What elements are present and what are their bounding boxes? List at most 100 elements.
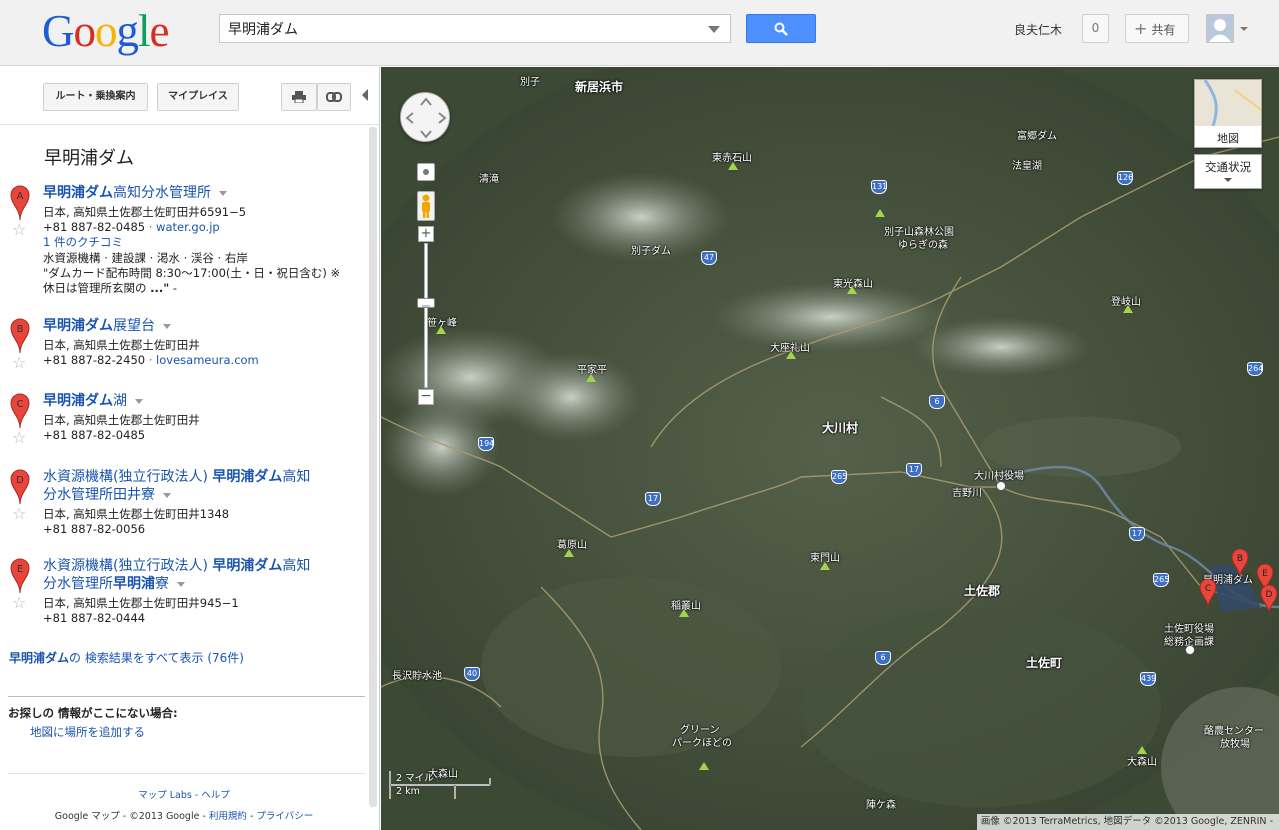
result-address: 日本, 高知県土佐郡土佐町田井 <box>43 413 200 427</box>
search-box[interactable] <box>219 14 731 43</box>
result-title[interactable]: 水資源機構(独立行政法人) 早明浦ダム高知 分水管理所田井寮 <box>43 468 358 504</box>
google-logo[interactable]: Google <box>42 6 169 56</box>
result-item[interactable]: E ☆ 水資源機構(独立行政法人) 早明浦ダム高知 分水管理所早明浦寮 日本, 高… <box>0 555 368 635</box>
thumb-grip-icon <box>422 305 430 307</box>
map-marker-b[interactable]: B <box>1231 549 1249 579</box>
footer-copyright: Google マップ - ©2013 Google - 利用規約 - プライバシ… <box>54 811 314 822</box>
street-view-pegman[interactable] <box>417 191 435 221</box>
marker-e-icon[interactable]: E <box>9 558 31 594</box>
peak-icon <box>728 162 738 170</box>
reset-view-button[interactable] <box>417 163 435 181</box>
map-marker-d[interactable]: D <box>1260 585 1278 615</box>
my-places-button[interactable]: マイプレイス <box>157 83 239 111</box>
peak-icon <box>820 562 830 570</box>
peak-icon <box>847 286 857 294</box>
notifications-count[interactable]: 0 <box>1082 14 1109 43</box>
result-item[interactable]: C ☆ 早明浦ダム湖 日本, 高知県土佐郡土佐町田井 +81 887-82-04… <box>0 390 368 450</box>
result-item[interactable]: B ☆ 早明浦ダム展望台 日本, 高知県土佐郡土佐町田井 +81 887-82-… <box>0 315 368 375</box>
result-menu-icon[interactable] <box>135 398 143 404</box>
star-icon[interactable]: ☆ <box>12 504 26 523</box>
account-dropdown-icon[interactable] <box>1240 27 1248 31</box>
peak-icon <box>586 374 596 382</box>
left-panel: ルート・乗換案内 マイプレイス 早明浦ダム A ☆ 早明浦ダム高知分水管理所 日… <box>0 67 380 830</box>
zoom-slider-track[interactable] <box>424 243 428 388</box>
svg-text:A: A <box>17 191 24 202</box>
result-menu-icon[interactable] <box>163 492 171 498</box>
result-snippet-2: 休日は管理所玄関の ..." - <box>43 281 178 295</box>
user-name[interactable]: 良夫仁木 <box>1014 21 1062 38</box>
result-phone: +81 887-82-0485 <box>43 428 146 442</box>
marker-d-icon[interactable]: D <box>9 469 31 505</box>
map-label-district: 土佐郡 <box>964 584 1001 598</box>
result-menu-icon[interactable] <box>177 581 185 587</box>
route-shield: 126 <box>1117 171 1133 185</box>
zoom-slider-thumb[interactable] <box>417 298 435 308</box>
traffic-button[interactable]: 交通状況 <box>1194 154 1262 189</box>
peak-icon <box>875 209 885 217</box>
scale-bar: 2 マイル 2 km <box>389 770 493 800</box>
peak-icon <box>679 609 689 617</box>
directions-button[interactable]: ルート・乗換案内 <box>43 83 148 111</box>
share-button[interactable]: + 共有 <box>1125 14 1189 43</box>
pan-arrows-icon[interactable] <box>401 93 451 143</box>
terms-link[interactable]: 利用規約 <box>209 811 247 822</box>
peak-icon <box>436 326 446 334</box>
panel-toolbar: ルート・乗換案内 マイプレイス <box>0 67 379 125</box>
more-link[interactable]: ..." <box>150 281 169 295</box>
result-menu-icon[interactable] <box>219 190 227 196</box>
search-button[interactable] <box>746 14 816 43</box>
pegman-icon <box>422 194 430 218</box>
search-input[interactable] <box>220 15 690 42</box>
marker-a-icon[interactable]: A <box>9 185 31 221</box>
result-title[interactable]: 水資源機構(独立行政法人) 早明浦ダム高知 分水管理所早明浦寮 <box>43 557 358 593</box>
labs-help-links[interactable]: マップ Labs - ヘルプ <box>0 787 368 801</box>
map-type-button[interactable]: 地図 <box>1194 79 1262 148</box>
result-title[interactable]: 早明浦ダム展望台 <box>43 317 358 335</box>
results-scrollbar[interactable] <box>369 127 377 807</box>
star-icon[interactable]: ☆ <box>12 428 26 447</box>
star-icon[interactable]: ☆ <box>12 220 26 239</box>
star-icon[interactable]: ☆ <box>12 353 26 372</box>
pan-control[interactable] <box>400 92 450 142</box>
result-reviews-link[interactable]: 1 件のクチコミ <box>43 235 363 250</box>
map-marker-c[interactable]: C <box>1199 579 1217 609</box>
result-website-link[interactable]: lovesameura.com <box>156 353 259 367</box>
map-label: 放牧場 <box>1220 739 1250 750</box>
svg-text:B: B <box>17 324 24 335</box>
result-title[interactable]: 早明浦ダム湖 <box>43 392 358 410</box>
zoom-in-button[interactable]: + <box>418 226 434 242</box>
traffic-label: 交通状況 <box>1205 160 1251 174</box>
dot-icon <box>423 169 429 175</box>
search-dropdown-icon[interactable] <box>708 26 720 33</box>
svg-text:D: D <box>16 475 24 486</box>
route-shield: 17 <box>906 463 922 477</box>
map-attribution: 画像 ©2013 TerraMetrics, 地図データ ©2013 Googl… <box>976 814 1279 830</box>
result-website-link[interactable]: water.go.jp <box>156 220 220 234</box>
route-shield: 6 <box>929 395 945 409</box>
svg-text:D: D <box>1266 590 1273 600</box>
result-item[interactable]: A ☆ 早明浦ダム高知分水管理所 日本, 高知県土佐郡土佐町田井6591−5 +… <box>0 182 368 302</box>
route-shield: 40 <box>464 667 480 681</box>
privacy-link[interactable]: プライバシー <box>256 811 313 822</box>
route-shield: 17 <box>1129 527 1145 541</box>
result-address: 日本, 高知県土佐郡土佐町田井6591−5 <box>43 205 247 219</box>
marker-c-icon[interactable]: C <box>9 393 31 429</box>
add-place-link[interactable]: 地図に場所を追加する <box>30 724 145 740</box>
all-results-link[interactable]: 早明浦ダムの 検索結果をすべて表示 (76件) <box>9 649 244 666</box>
star-icon[interactable]: ☆ <box>12 593 26 612</box>
result-menu-icon[interactable] <box>163 323 171 329</box>
result-phone-web: +81 887-82-2450 · lovesameura.com <box>43 353 259 367</box>
avatar[interactable] <box>1206 14 1234 43</box>
zoom-control: + − <box>417 163 435 408</box>
route-shield: 6 <box>875 651 891 665</box>
link-button[interactable] <box>317 83 351 111</box>
result-title[interactable]: 早明浦ダム高知分水管理所 <box>43 184 358 202</box>
peak-icon <box>786 351 796 359</box>
marker-b-icon[interactable]: B <box>9 318 31 354</box>
print-button[interactable] <box>281 83 317 111</box>
map-canvas[interactable]: 新居浜市 大川村 土佐郡 土佐町 別子 清滝 東赤石山 富郷ダム 法皇湖 別子山… <box>381 67 1279 830</box>
result-item[interactable]: D ☆ 水資源機構(独立行政法人) 早明浦ダム高知 分水管理所田井寮 日本, 高知… <box>0 466 368 546</box>
collapse-panel-icon[interactable] <box>362 89 368 101</box>
peak-icon <box>1137 746 1147 754</box>
zoom-out-button[interactable]: − <box>418 389 434 405</box>
